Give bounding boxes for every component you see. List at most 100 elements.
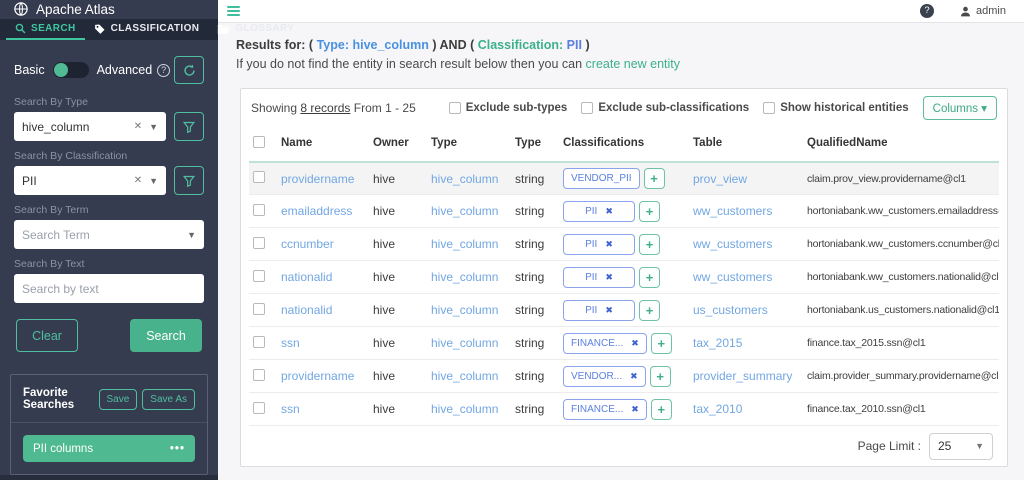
user-menu[interactable]: admin	[960, 5, 1006, 17]
clear-type-icon[interactable]: ✕	[134, 121, 142, 132]
remove-classification-icon[interactable]: ✖	[605, 206, 613, 217]
classification-tag[interactable]: PII✖	[563, 234, 635, 255]
table-link[interactable]: us_customers	[693, 303, 768, 317]
entity-type-link[interactable]: hive_column	[431, 270, 498, 284]
remove-classification-icon[interactable]: ✖	[605, 239, 613, 250]
table-link[interactable]: ww_customers	[693, 270, 772, 284]
row-checkbox[interactable]	[253, 303, 265, 315]
entity-type-link[interactable]: hive_column	[431, 303, 498, 317]
classification-tag[interactable]: FINANCE...✖	[563, 333, 647, 354]
classification-tag[interactable]: PII✖	[563, 300, 635, 321]
columns-dropdown-button[interactable]: Columns ▾	[923, 96, 997, 120]
entity-type-link[interactable]: hive_column	[431, 336, 498, 350]
entity-type-link[interactable]: hive_column	[431, 172, 498, 186]
table-link[interactable]: ww_customers	[693, 237, 772, 251]
owner-cell: hive	[369, 393, 427, 426]
tab-classification[interactable]: CLASSIFICATION	[85, 19, 209, 40]
row-checkbox[interactable]	[253, 270, 265, 282]
row-checkbox[interactable]	[253, 204, 265, 216]
search-button[interactable]: Search	[130, 319, 202, 352]
add-classification-button[interactable]: +	[644, 168, 665, 189]
add-classification-button[interactable]: +	[639, 300, 660, 321]
remove-classification-icon[interactable]: ✖	[605, 305, 613, 316]
entity-name-link[interactable]: emailaddress	[281, 204, 352, 218]
help-question-icon[interactable]: ?	[157, 64, 170, 77]
table-row: nationalidhivehive_columnstringPII✖+ww_c…	[249, 261, 999, 294]
table-link[interactable]: ww_customers	[693, 204, 772, 218]
remove-classification-icon[interactable]: ✖	[631, 404, 639, 415]
save-as-button[interactable]: Save As	[142, 389, 195, 410]
tab-search[interactable]: SEARCH	[6, 19, 85, 40]
entity-name-link[interactable]: ssn	[281, 336, 300, 350]
remove-classification-icon[interactable]: ✖	[630, 371, 638, 382]
table-row: ssnhivehive_columnstringFINANCE...✖+tax_…	[249, 393, 999, 426]
classification-select[interactable]: PII ✕ ▼	[14, 166, 166, 195]
records-count-link[interactable]: 8 records	[300, 101, 350, 115]
save-button[interactable]: Save	[99, 389, 138, 410]
table-link[interactable]: provider_summary	[693, 369, 792, 383]
entity-type-link[interactable]: hive_column	[431, 402, 498, 416]
row-checkbox[interactable]	[253, 171, 265, 183]
datatype-cell: string	[511, 360, 559, 393]
exclude-subclassifications-checkbox[interactable]	[581, 102, 593, 114]
add-classification-button[interactable]: +	[639, 234, 660, 255]
classification-filter-button[interactable]	[174, 166, 204, 195]
table-link[interactable]: tax_2015	[693, 336, 742, 350]
classification-tag[interactable]: FINANCE...✖	[563, 399, 647, 420]
more-options-icon[interactable]: •••	[170, 443, 185, 455]
row-checkbox[interactable]	[253, 402, 265, 414]
row-checkbox[interactable]	[253, 237, 265, 249]
type-select[interactable]: hive_column ✕ ▼	[14, 112, 166, 141]
datatype-cell: string	[511, 327, 559, 360]
table-row: ccnumberhivehive_columnstringPII✖+ww_cus…	[249, 228, 999, 261]
add-classification-button[interactable]: +	[639, 201, 660, 222]
entity-type-link[interactable]: hive_column	[431, 369, 498, 383]
entity-name-link[interactable]: nationalid	[281, 303, 332, 317]
classification-tag[interactable]: PII✖	[563, 201, 635, 222]
entity-name-link[interactable]: ssn	[281, 402, 300, 416]
clear-button[interactable]: Clear	[16, 319, 78, 352]
exclude-subtypes-checkbox[interactable]	[449, 102, 461, 114]
col-header-qualifiedname: QualifiedName	[803, 127, 999, 162]
search-text-input[interactable]	[14, 274, 204, 303]
entity-type-link[interactable]: hive_column	[431, 204, 498, 218]
table-row: ssn hive hive_column stringFINANCE...✖+ tax_…	[249, 327, 999, 360]
type-filter-button[interactable]	[174, 112, 204, 141]
remove-classification-icon[interactable]: ✖	[605, 272, 613, 283]
entity-name-link[interactable]: providername	[281, 369, 354, 383]
help-icon[interactable]: ?	[920, 4, 934, 18]
results-classification-value: PII	[567, 38, 582, 52]
page-limit-label: Page Limit :	[858, 439, 921, 453]
entity-name-link[interactable]: nationalid	[281, 270, 332, 284]
table-link[interactable]: tax_2010	[693, 402, 742, 416]
create-new-entity-link[interactable]: create new entity	[586, 57, 681, 71]
owner-cell: hive	[369, 327, 427, 360]
remove-classification-icon[interactable]: ✖	[631, 338, 639, 349]
page-limit-select[interactable]: 25 ▼	[929, 433, 993, 460]
entity-type-link[interactable]: hive_column	[431, 237, 498, 251]
favorite-search-item[interactable]: PII columns •••	[23, 435, 195, 462]
hamburger-menu-icon[interactable]	[227, 6, 240, 16]
tab-glossary[interactable]: GLOSSARY	[208, 19, 303, 40]
term-select[interactable]: Search Term ▼	[14, 220, 204, 249]
basic-advanced-toggle[interactable]	[53, 62, 89, 78]
entity-name-link[interactable]: ccnumber	[281, 237, 334, 251]
refresh-button[interactable]	[174, 56, 204, 84]
row-checkbox[interactable]	[253, 336, 265, 348]
entity-name-link[interactable]: providername	[281, 172, 354, 186]
classification-tag[interactable]: VENDOR_PII	[563, 168, 640, 189]
clear-classification-icon[interactable]: ✕	[134, 175, 142, 186]
row-checkbox[interactable]	[253, 369, 265, 381]
select-all-checkbox[interactable]	[253, 136, 265, 148]
classification-tag[interactable]: PII✖	[563, 267, 635, 288]
classification-tag[interactable]: VENDOR...✖	[563, 366, 646, 387]
add-classification-button[interactable]: +	[639, 267, 660, 288]
table-link[interactable]: prov_view	[693, 172, 747, 186]
show-historical-checkbox[interactable]	[763, 102, 775, 114]
add-classification-button[interactable]: +	[651, 333, 672, 354]
favorite-searches-panel: Favorite Searches Save Save As PII colum…	[10, 374, 208, 475]
add-classification-button[interactable]: +	[650, 366, 671, 387]
datatype-cell: string	[511, 195, 559, 228]
add-classification-button[interactable]: +	[651, 399, 672, 420]
datatype-cell: string	[511, 228, 559, 261]
